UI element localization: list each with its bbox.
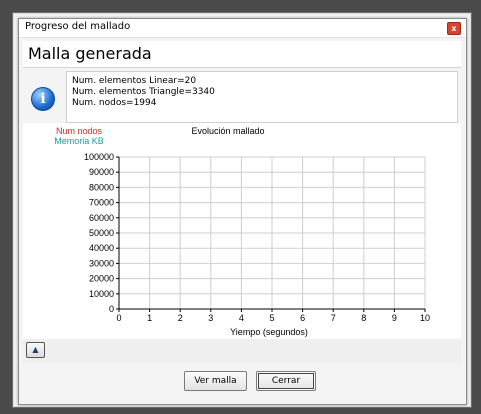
x-axis-label: Yiempo (segundos) [230,327,308,337]
info-text-box: Num. elementos Linear=20 Num. elementos … [66,71,458,123]
y-tick-label: 70000 [89,198,114,208]
chevron-up-icon: ▲ [32,345,39,354]
x-tick-label: 3 [208,313,213,323]
close-window-button[interactable]: x [447,22,461,35]
header-panel: Malla generada [23,41,461,68]
expand-details-button[interactable]: ▲ [26,342,45,358]
x-tick-label: 0 [116,313,121,323]
title-bar: Progreso del mallado x [19,19,466,38]
x-tick-label: 9 [392,313,397,323]
y-tick-label: 100000 [84,152,114,162]
info-line-nodes: Num. nodos=1994 [72,98,157,108]
legend-memoria-kb: Memoria KB [54,136,104,146]
x-tick-label: 1 [147,313,152,323]
y-tick-label: 20000 [89,274,114,284]
x-tick-label: 5 [269,313,274,323]
mesh-evolution-chart: 0 1 2 3 4 5 6 7 8 9 10 0 10000 20000 30000 40000 50000 60… [54,126,430,337]
info-line-triangle: Num. elementos Triangle=3340 [72,87,215,97]
x-tick-label: 2 [178,313,183,323]
close-button[interactable]: Cerrar [256,371,316,391]
view-mesh-button[interactable]: Ver malla [184,371,247,391]
mesh-progress-dialog: Progreso del mallado x Malla generada i … [18,18,467,405]
y-tick-label: 40000 [89,243,114,253]
window-title: Progreso del mallado [25,21,131,32]
chart-panel: 0 1 2 3 4 5 6 7 8 9 10 0 10000 20000 30000 40000 50000 60… [23,123,461,339]
y-tick-label: 0 [109,304,114,314]
y-tick-label: 90000 [89,167,114,177]
legend-num-nodos: Num nodos [56,126,103,136]
details-bar: ▲ [23,339,461,363]
x-tick-label: 7 [331,313,336,323]
chart-title: Evolución mallado [191,126,264,136]
x-tick-label: 10 [420,313,430,323]
y-tick-label: 60000 [89,213,114,223]
info-icon: i [31,87,55,111]
x-tick-label: 6 [300,313,305,323]
x-tick-label: 4 [239,313,244,323]
y-tick-label: 10000 [89,289,114,299]
info-panel: i Num. elementos Linear=20 Num. elemento… [23,68,461,123]
y-tick-label: 30000 [89,258,114,268]
x-tick-label: 8 [361,313,366,323]
info-line-linear: Num. elementos Linear=20 [72,76,197,86]
y-tick-label: 80000 [89,182,114,192]
page-title: Malla generada [28,44,152,63]
y-tick-label: 50000 [89,228,114,238]
